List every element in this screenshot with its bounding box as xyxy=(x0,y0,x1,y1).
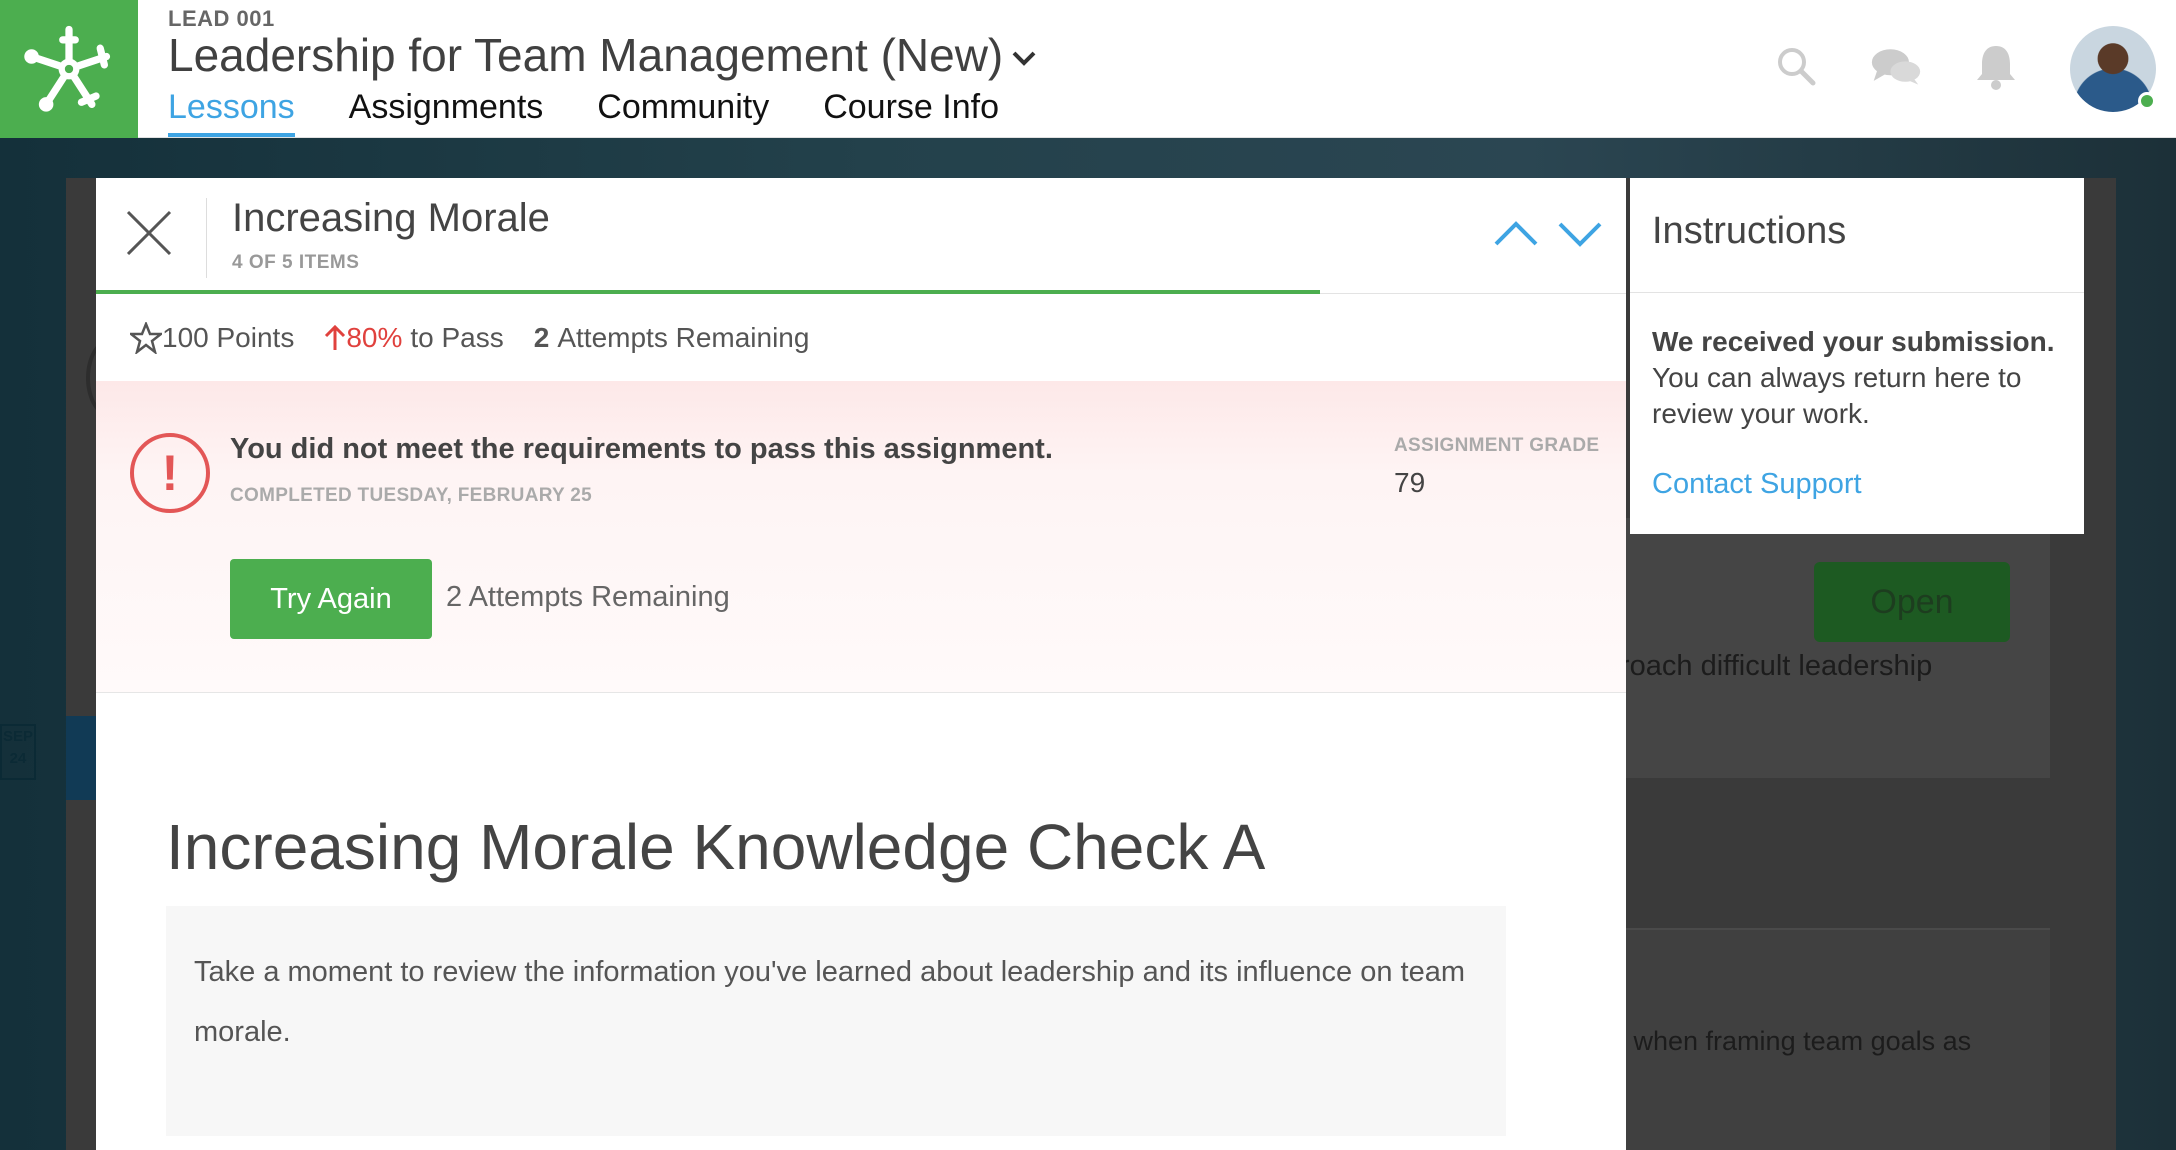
item-progress-fill xyxy=(96,290,1320,294)
top-header: LEAD 001 Leadership for Team Management … xyxy=(0,0,2176,138)
course-title-text: Leadership for Team Management (New) xyxy=(168,29,1004,81)
pass-suffix: to Pass xyxy=(410,322,504,353)
attempts-info: 2 Attempts Remaining xyxy=(534,322,810,354)
header-icon-group xyxy=(1770,40,2070,92)
notifications-button[interactable] xyxy=(1970,40,2022,92)
date-badge-day: 24 xyxy=(9,750,27,767)
course-nav-tabs: Lessons Assignments Community Course Inf… xyxy=(168,88,1053,137)
header-divider xyxy=(206,198,207,278)
try-again-button[interactable]: Try Again xyxy=(230,559,432,639)
tab-community[interactable]: Community xyxy=(597,88,769,137)
grade-label: ASSIGNMENT GRADE xyxy=(1394,435,1600,456)
previous-item-icon[interactable] xyxy=(1492,214,1540,254)
star-icon xyxy=(130,322,162,354)
tab-assignments[interactable]: Assignments xyxy=(349,88,544,137)
search-icon xyxy=(1778,48,1816,86)
modal-header: Increasing Morale 4 OF 5 ITEMS xyxy=(96,178,1626,294)
content-intro-box: Take a moment to review the information … xyxy=(166,906,1506,1136)
arrow-up-icon xyxy=(325,324,346,350)
instructions-panel: Instructions We received your submission… xyxy=(1630,178,2084,534)
content-title: Increasing Morale Knowledge Check A xyxy=(166,811,1266,883)
background-open-button: Open xyxy=(1814,562,2010,642)
background-text-snippet: l when framing team goals as xyxy=(1620,1026,1972,1056)
background-date-marker xyxy=(66,716,96,800)
pass-percent: 80% xyxy=(346,322,403,353)
contact-support-link[interactable]: Contact Support xyxy=(1652,468,1862,501)
item-title: Increasing Morale xyxy=(232,196,550,240)
tab-course-info[interactable]: Course Info xyxy=(823,88,999,137)
background-lesson-panel xyxy=(1600,518,2050,778)
instructions-body: We received your submission. You can alw… xyxy=(1652,324,2072,432)
search-button[interactable] xyxy=(1770,40,1822,92)
chevron-down-icon xyxy=(1012,51,1036,66)
background-date-badge: SEP 24 xyxy=(0,724,36,780)
messages-button[interactable] xyxy=(1870,40,1922,92)
logo-icon xyxy=(24,25,111,112)
instructions-body-text: You can always return here to review you… xyxy=(1652,362,2022,429)
attempts-number: 2 xyxy=(533,322,550,353)
online-status-indicator xyxy=(2138,92,2156,110)
instructions-bold-text: We received your submission. xyxy=(1652,326,2055,357)
avatar[interactable] xyxy=(2070,26,2156,112)
alert-icon: ! xyxy=(130,433,210,513)
content-intro-text: Take a moment to review the information … xyxy=(194,956,1466,1048)
item-count: 4 OF 5 ITEMS xyxy=(232,252,360,273)
attempts-suffix: Attempts Remaining xyxy=(557,322,810,353)
assignment-meta-row: 100 Points 80% to Pass 2 Attempts Remain… xyxy=(96,295,1626,381)
fail-notice: ! You did not meet the requirements to p… xyxy=(96,381,1626,693)
assignment-modal: Increasing Morale 4 OF 5 ITEMS 100 Point… xyxy=(96,178,1626,1150)
instructions-title: Instructions xyxy=(1652,210,1847,252)
points-info: 100 Points xyxy=(130,322,294,354)
date-badge-month: SEP xyxy=(2,728,33,745)
pass-requirement: 80% to Pass xyxy=(324,322,504,354)
tab-lessons[interactable]: Lessons xyxy=(168,88,295,137)
app-logo[interactable] xyxy=(0,0,138,138)
item-progress-bar xyxy=(96,290,1626,294)
close-icon[interactable] xyxy=(124,208,174,258)
fail-message: You did not meet the requirements to pas… xyxy=(230,433,1053,465)
chat-icon xyxy=(1871,49,1921,85)
grade-value: 79 xyxy=(1394,467,1426,498)
points-label: 100 Points xyxy=(162,322,295,353)
bell-icon xyxy=(1977,46,2015,90)
try-again-attempts-note: 2 Attempts Remaining xyxy=(446,581,730,613)
completed-date: COMPLETED TUESDAY, FEBRUARY 25 xyxy=(230,485,592,506)
background-text-snippet: roach difficult leadership xyxy=(1620,650,1933,682)
next-item-icon[interactable] xyxy=(1556,214,1604,254)
course-title[interactable]: Leadership for Team Management (New) xyxy=(168,28,1037,82)
instructions-divider xyxy=(1630,292,2084,293)
